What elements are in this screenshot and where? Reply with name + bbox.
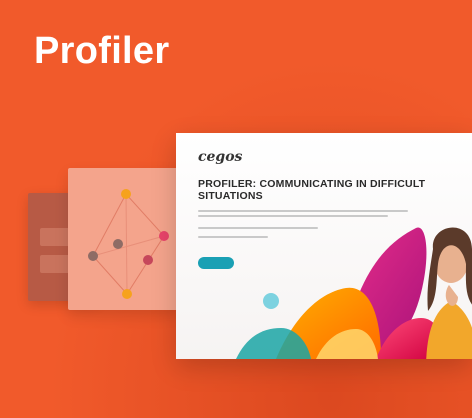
diagram-node — [113, 239, 123, 249]
diagram-node — [122, 289, 132, 299]
woman-portrait — [426, 227, 472, 359]
text-line — [198, 210, 408, 212]
text-line — [198, 236, 268, 238]
course-headline: PROFILER: COMMUNICATING IN DIFFICULT SIT… — [198, 178, 426, 203]
profile-diagram — [88, 189, 169, 299]
brand-logo: cegos — [198, 149, 243, 165]
diagram-node — [143, 255, 153, 265]
diagram-node — [159, 231, 169, 241]
diagram-node — [121, 189, 131, 199]
page-title: Profiler — [34, 30, 170, 72]
main-card: cegos PROFILER: COMMUNICATING IN DIFFICU… — [176, 133, 472, 359]
diagram-node — [88, 251, 98, 261]
text-line — [198, 227, 318, 229]
middle-card — [68, 168, 180, 310]
start-button[interactable] — [198, 257, 234, 269]
decorative-dot — [263, 293, 279, 309]
text-line — [198, 215, 388, 217]
